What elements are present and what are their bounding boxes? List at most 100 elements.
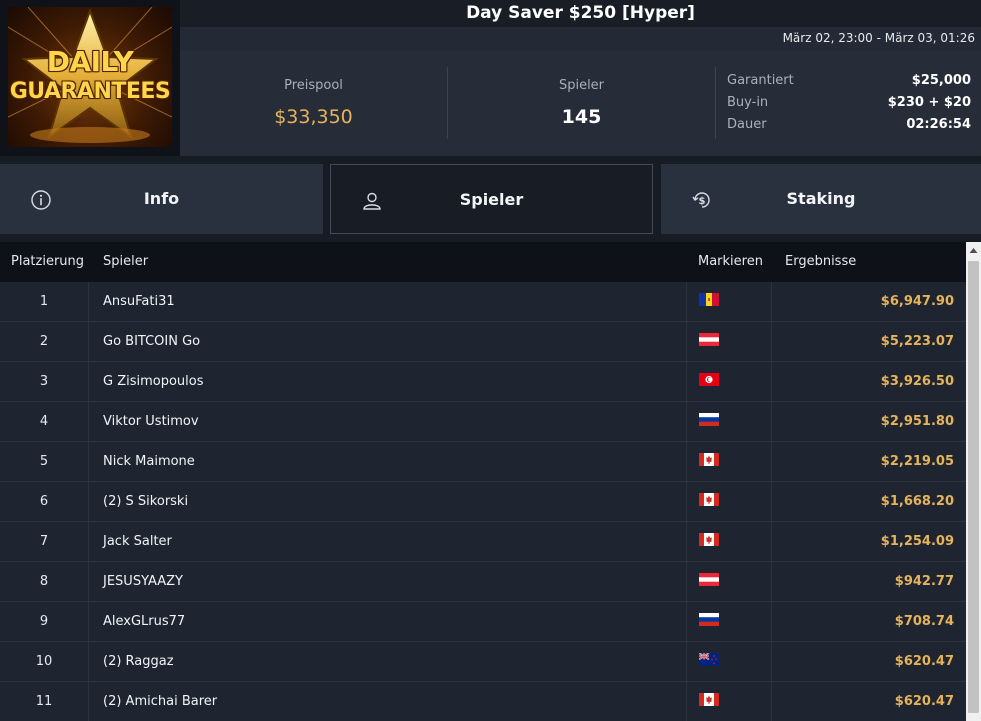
detail-value: $230 + $20 bbox=[887, 95, 971, 110]
austria-flag-icon bbox=[699, 333, 719, 346]
table-row[interactable]: 11 (2) Amichai Barer $620.47 bbox=[0, 682, 966, 721]
row-player-name: AnsuFati31 bbox=[103, 294, 175, 309]
row-player-name: AlexGLrus77 bbox=[103, 614, 186, 629]
tab-bar: Info Spieler $ Staking bbox=[0, 156, 981, 242]
row-mark-cell[interactable] bbox=[686, 402, 772, 442]
tab-info[interactable]: Info bbox=[0, 164, 323, 234]
row-player-name: (2) Raggaz bbox=[103, 654, 174, 669]
detail-buyin: Buy-in $230 + $20 bbox=[727, 92, 973, 114]
detail-value: $25,000 bbox=[911, 73, 971, 88]
row-result: $2,219.05 bbox=[880, 454, 954, 469]
row-player-name: (2) Amichai Barer bbox=[103, 694, 218, 709]
row-player-name: (2) S Sikorski bbox=[103, 494, 189, 509]
row-rank: 6 bbox=[0, 482, 89, 522]
players-value: 145 bbox=[561, 106, 602, 128]
detail-guaranteed: Garantiert $25,000 bbox=[727, 70, 973, 92]
table-row[interactable]: 8 JESUSYAAZY $942.77 bbox=[0, 562, 966, 602]
row-result: $708.74 bbox=[894, 614, 954, 629]
column-header-result[interactable]: Ergebnisse bbox=[785, 242, 856, 282]
tab-staking-label: Staking bbox=[786, 189, 856, 208]
row-result: $1,668.20 bbox=[880, 494, 954, 509]
row-result: $620.47 bbox=[894, 694, 954, 709]
andorra-flag-icon bbox=[699, 293, 719, 306]
row-mark-cell[interactable] bbox=[686, 442, 772, 482]
tab-staking[interactable]: $ Staking bbox=[661, 164, 981, 234]
russia-flag-icon bbox=[699, 613, 719, 626]
logo-text-daily: DAILY bbox=[46, 45, 134, 78]
row-mark-cell[interactable] bbox=[686, 362, 772, 402]
prize-pool-stat: Preispool $33,350 bbox=[180, 50, 447, 156]
canada-flag-icon bbox=[699, 533, 719, 546]
stats-panel: Preispool $33,350 Spieler 145 Garantiert… bbox=[180, 50, 981, 156]
row-player-name: G Zisimopoulos bbox=[103, 374, 204, 389]
row-rank: 3 bbox=[0, 362, 89, 402]
row-mark-cell[interactable] bbox=[686, 322, 772, 362]
tab-players-label: Spieler bbox=[459, 190, 524, 209]
scroll-up-arrow-icon[interactable] bbox=[966, 242, 981, 259]
column-header-player[interactable]: Spieler bbox=[103, 242, 148, 282]
row-rank: 7 bbox=[0, 522, 89, 562]
detail-label: Dauer bbox=[727, 117, 767, 132]
row-player-name: Viktor Ustimov bbox=[103, 414, 199, 429]
tournament-details: Garantiert $25,000 Buy-in $230 + $20 Dau… bbox=[727, 70, 973, 136]
players-table: Platzierung Spieler Markieren Ergebnisse… bbox=[0, 242, 966, 721]
tunisia-flag-icon bbox=[699, 373, 719, 386]
table-row[interactable]: 9 AlexGLrus77 $708.74 bbox=[0, 602, 966, 642]
players-label: Spieler bbox=[558, 78, 605, 93]
canada-flag-icon bbox=[699, 493, 719, 506]
row-result: $5,223.07 bbox=[880, 334, 954, 349]
row-player-name: Nick Maimone bbox=[103, 454, 195, 469]
table-row[interactable]: 2 Go BITCOIN Go $5,223.07 bbox=[0, 322, 966, 362]
detail-duration: Dauer 02:26:54 bbox=[727, 114, 973, 136]
row-result: $2,951.80 bbox=[880, 414, 954, 429]
row-rank: 11 bbox=[0, 682, 89, 721]
table-row[interactable]: 1 AnsuFati31 $6,947.90 bbox=[0, 282, 966, 322]
row-mark-cell[interactable] bbox=[686, 682, 772, 721]
canada-flag-icon bbox=[699, 693, 719, 706]
row-rank: 10 bbox=[0, 642, 89, 682]
row-rank: 4 bbox=[0, 402, 89, 442]
tab-players[interactable]: Spieler bbox=[330, 164, 653, 234]
row-mark-cell[interactable] bbox=[686, 602, 772, 642]
row-rank: 9 bbox=[0, 602, 89, 642]
logo-text-guarantees: GUARANTEES bbox=[9, 79, 171, 104]
table-scrollbar[interactable] bbox=[966, 242, 981, 721]
row-rank: 8 bbox=[0, 562, 89, 602]
prize-pool-label: Preispool bbox=[284, 78, 343, 93]
austria-flag-icon bbox=[699, 573, 719, 586]
russia-flag-icon bbox=[699, 413, 719, 426]
row-result: $942.77 bbox=[894, 574, 954, 589]
table-row[interactable]: 5 Nick Maimone $2,219.05 bbox=[0, 442, 966, 482]
canada-flag-icon bbox=[699, 453, 719, 466]
table-row[interactable]: 4 Viktor Ustimov $2,951.80 bbox=[0, 402, 966, 442]
table-row[interactable]: 3 G Zisimopoulos $3,926.50 bbox=[0, 362, 966, 402]
table-row[interactable]: 10 (2) Raggaz $620.47 bbox=[0, 642, 966, 682]
row-rank: 2 bbox=[0, 322, 89, 362]
row-mark-cell[interactable] bbox=[686, 482, 772, 522]
table-row[interactable]: 7 Jack Salter $1,254.09 bbox=[0, 522, 966, 562]
table-body: 1 AnsuFati31 $6,947.90 2 Go BITCOIN Go $5,223… bbox=[0, 282, 966, 721]
scroll-thumb[interactable] bbox=[968, 261, 979, 713]
detail-label: Garantiert bbox=[727, 73, 794, 88]
table-row[interactable]: 6 (2) S Sikorski $1,668.20 bbox=[0, 482, 966, 522]
row-rank: 5 bbox=[0, 442, 89, 482]
column-header-rank[interactable]: Platzierung bbox=[11, 242, 84, 282]
date-bar: März 02, 23:00 - März 03, 01:26 bbox=[180, 27, 981, 50]
row-mark-cell[interactable] bbox=[686, 522, 772, 562]
daily-guarantees-logo: DAILY GUARANTEES bbox=[8, 7, 172, 147]
row-mark-cell[interactable] bbox=[686, 562, 772, 602]
players-stat: Spieler 145 bbox=[448, 50, 715, 156]
row-rank: 1 bbox=[0, 282, 89, 322]
detail-label: Buy-in bbox=[727, 95, 769, 110]
row-mark-cell[interactable] bbox=[686, 642, 772, 682]
divider bbox=[715, 67, 716, 139]
tournament-title: Day Saver $250 [Hyper] bbox=[466, 3, 695, 23]
column-header-mark[interactable]: Markieren bbox=[698, 242, 763, 282]
row-result: $6,947.90 bbox=[880, 294, 954, 309]
detail-value: 02:26:54 bbox=[906, 117, 971, 132]
row-player-name: Go BITCOIN Go bbox=[103, 334, 201, 349]
row-mark-cell[interactable] bbox=[686, 282, 772, 322]
row-player-name: Jack Salter bbox=[103, 534, 172, 549]
tournament-logo: DAILY GUARANTEES bbox=[0, 0, 180, 156]
tab-info-label: Info bbox=[143, 189, 180, 208]
